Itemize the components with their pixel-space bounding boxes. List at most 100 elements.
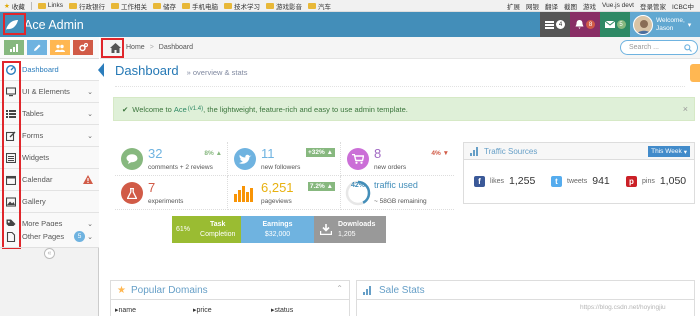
sidebar-item-badge: 5 xyxy=(74,231,85,242)
folder-icon xyxy=(308,2,317,9)
user-name: Jason xyxy=(656,24,674,32)
tasks-badge: 4 xyxy=(556,20,565,29)
bookmarks-bar: ★ 收藏 Links 行政银行 工作相关 储存 手机电脑 技术学习 游戏影音 汽车… xyxy=(0,0,700,12)
breadcrumb: Home > Dashboard xyxy=(100,37,700,59)
sidebar-shortcuts xyxy=(0,37,99,59)
page-subtitle: » overview & stats xyxy=(186,68,248,77)
extension-item[interactable]: 翻译 xyxy=(545,1,558,11)
chevron-up-icon[interactable]: ⌃ xyxy=(336,284,343,293)
bookmark-folder[interactable]: 游戏影音 xyxy=(266,1,302,11)
infobox-number: 7 xyxy=(148,180,156,195)
check-icon: ✔ xyxy=(122,104,129,114)
tasks-button[interactable]: 4 xyxy=(540,12,570,37)
close-icon[interactable]: × xyxy=(683,104,688,114)
chevron-down-icon: ⌄ xyxy=(87,89,93,96)
arrow-down-icon: ▼ xyxy=(442,150,449,157)
edit-icon xyxy=(6,131,16,141)
bookmark-favorites[interactable]: ★ 收藏 xyxy=(4,1,25,11)
sidebar-item-label: Gallery xyxy=(22,197,46,206)
extension-item[interactable]: 游戏 xyxy=(583,1,596,11)
folder-icon xyxy=(182,2,191,9)
user-menu[interactable]: Welcome, Jason ▾ xyxy=(630,12,700,37)
home-icon[interactable] xyxy=(110,43,121,53)
top-navbar: Ace Admin 4 8 5 Welcome, Jason ▾ xyxy=(0,12,700,37)
user-welcome: Welcome, xyxy=(656,16,685,24)
extension-item[interactable]: 登录管家 xyxy=(640,1,666,11)
bookmark-folder[interactable]: 工作相关 xyxy=(111,1,147,11)
settings-button[interactable] xyxy=(690,64,700,82)
search-input[interactable]: Search ... xyxy=(620,40,698,55)
notifications-badge: 8 xyxy=(586,20,595,29)
shopping-cart-icon xyxy=(347,148,369,170)
page-header: Dashboard » overview & stats xyxy=(115,63,685,87)
shortcut-group-button[interactable] xyxy=(50,40,70,55)
messages-button[interactable]: 5 xyxy=(600,12,630,37)
avatar xyxy=(633,14,653,35)
sidebar-item-dashboard[interactable]: Dashboard xyxy=(0,59,104,81)
pencil-icon xyxy=(34,44,41,51)
bookmark-folder[interactable]: 技术学习 xyxy=(224,1,260,11)
bookmark-folder[interactable]: 储存 xyxy=(153,1,176,11)
traffic-percentage: 42% xyxy=(350,182,365,189)
shortcut-pencil-button[interactable] xyxy=(27,40,47,55)
sidebar-item-widgets[interactable]: Widgets xyxy=(0,147,99,169)
bell-icon xyxy=(575,20,584,29)
desktop-icon xyxy=(6,87,16,97)
bookmark-folder[interactable]: 行政银行 xyxy=(69,1,105,11)
range-dropdown[interactable]: This Week ▾ xyxy=(648,146,690,157)
twitter-icon: t xyxy=(551,175,562,187)
shortcut-signal-button[interactable] xyxy=(4,40,24,55)
collapse-toggle-icon[interactable]: « xyxy=(44,248,55,259)
bookmark-folder[interactable]: 手机电脑 xyxy=(182,1,218,11)
widget-title: Sale Stats xyxy=(379,284,425,296)
extension-item[interactable]: ICBC中 xyxy=(672,1,694,11)
tile-task-completion[interactable]: 61% Task Completion xyxy=(172,216,241,243)
signal-icon xyxy=(10,43,18,52)
notifications-button[interactable]: 8 xyxy=(570,12,600,37)
download-icon xyxy=(320,224,332,235)
traffic-remaining: ~ 58GB remaining xyxy=(374,198,427,205)
extension-item[interactable]: Vue.js devt xyxy=(602,2,634,9)
infobox-stat: 8% ▲ xyxy=(204,150,222,157)
traffic-sources-widget: Traffic Sources This Week ▾ f likes 1,255… xyxy=(463,142,695,204)
extension-item[interactable]: 截图 xyxy=(564,1,577,11)
envelope-icon xyxy=(604,21,615,28)
tile-downloads[interactable]: Downloads 1,205 xyxy=(314,216,386,243)
tasks-icon xyxy=(545,20,554,29)
shortcut-cogs-button[interactable] xyxy=(73,40,93,55)
widget-title: Popular Domains xyxy=(130,284,208,296)
dashboard-icon xyxy=(6,65,16,75)
sidebar-item-label: Other Pages xyxy=(22,232,65,241)
breadcrumb-home[interactable]: Home xyxy=(126,44,145,51)
tile-earnings[interactable]: Earnings $32,000 xyxy=(241,216,314,243)
sidebar-item-forms[interactable]: Forms ⌄ xyxy=(0,125,99,147)
folder-icon xyxy=(69,2,78,9)
brand-logo[interactable]: Ace Admin xyxy=(5,14,125,35)
facebook-icon: f xyxy=(474,175,485,187)
active-indicator xyxy=(98,63,104,77)
list-alt-icon xyxy=(6,153,16,163)
bookmark-folder[interactable]: 汽车 xyxy=(308,1,331,11)
sidebar-item-gallery[interactable]: Gallery xyxy=(0,191,99,213)
column-header[interactable]: ▸name xyxy=(115,306,136,314)
cogs-icon xyxy=(78,43,88,52)
infobox-orders: 8 new orders 4% ▼ xyxy=(341,142,454,176)
brand-name: Ace Admin xyxy=(24,17,84,32)
sidebar-item-ui-elements[interactable]: UI & Elements ⌄ xyxy=(0,81,99,103)
sidebar-item-label: Calendar xyxy=(22,175,53,184)
extension-item[interactable]: 扩展 xyxy=(507,1,520,11)
sidebar-item-tables[interactable]: Tables ⌄ xyxy=(0,103,99,125)
column-header[interactable]: ▸status xyxy=(271,306,293,314)
bookmark-folder[interactable]: Links xyxy=(37,2,63,9)
leaf-icon xyxy=(6,19,18,30)
column-header[interactable]: ▸price xyxy=(193,306,212,314)
extension-item[interactable]: 网银 xyxy=(526,1,539,11)
tile-title: Downloads xyxy=(338,220,376,228)
widget-title: Traffic Sources xyxy=(484,146,538,156)
chevron-down-icon: ⌄ xyxy=(87,234,93,241)
sidebar-item-calendar[interactable]: Calendar xyxy=(0,169,99,191)
sidebar-item-label: UI & Elements xyxy=(22,87,70,96)
sidebar-item-other-pages[interactable]: Other Pages 5 ⌄ xyxy=(0,226,99,248)
infobox-number: 6,251 xyxy=(261,180,294,195)
traffic-facebook: f likes 1,255 xyxy=(474,171,535,191)
